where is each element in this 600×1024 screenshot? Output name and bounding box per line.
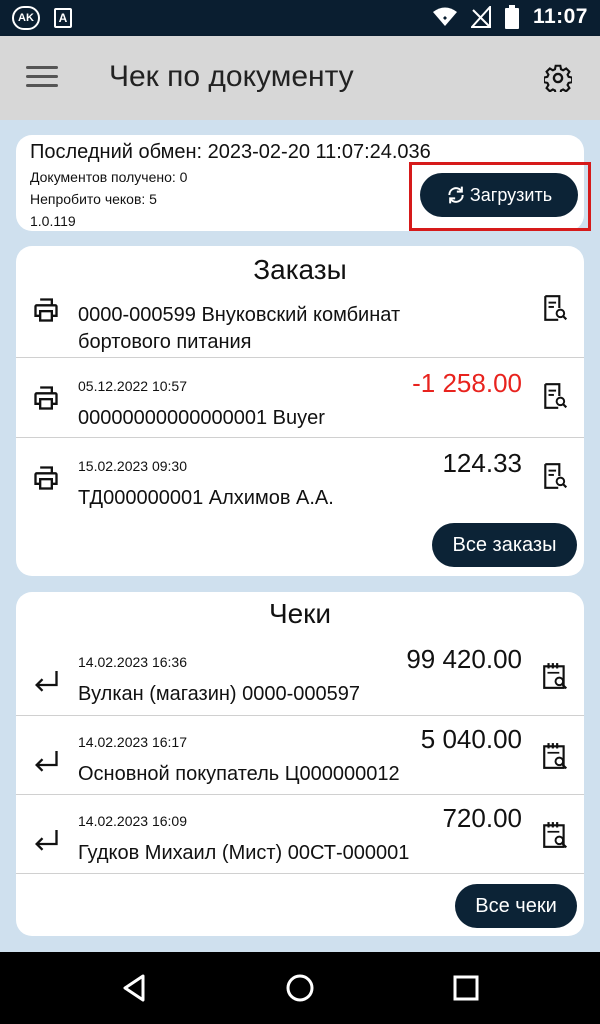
app-notification-icon: AK bbox=[12, 6, 40, 30]
calendar-search-icon[interactable] bbox=[542, 821, 568, 849]
docs-received-text: Документов получено: 0 bbox=[30, 169, 188, 185]
order-row[interactable]: 0000-000599 Внуковский комбинат бортовог… bbox=[16, 290, 584, 358]
receipt-row[interactable]: 14.02.2023 16:09 720.00 Гудков Михаил (М… bbox=[16, 795, 584, 874]
orders-card: Заказы 0000-000599 Внуковский комбинат б… bbox=[16, 246, 584, 576]
last-exchange-text: Последний обмен: 2023-02-20 11:07:24.036 bbox=[30, 141, 431, 163]
order-amount: 124.33 bbox=[442, 448, 522, 478]
receipt-row[interactable]: 14.02.2023 16:17 5 040.00 Основной покуп… bbox=[16, 716, 584, 795]
printer-icon[interactable] bbox=[32, 296, 60, 324]
return-arrow-icon[interactable] bbox=[32, 664, 60, 692]
wifi-icon bbox=[432, 7, 457, 26]
no-signal-icon bbox=[470, 6, 491, 28]
return-arrow-icon[interactable] bbox=[32, 823, 60, 851]
receipt-row[interactable]: 14.02.2023 16:36 99 420.00 Вулкан (магаз… bbox=[16, 636, 584, 716]
unpunched-text: Непробито чеков: 5 bbox=[30, 191, 157, 207]
battery-icon bbox=[504, 5, 519, 29]
receipt-date: 14.02.2023 16:17 bbox=[78, 734, 187, 750]
receipt-name: Гудков Михаил (Мист) 00СТ-000001 bbox=[78, 842, 410, 864]
return-arrow-icon[interactable] bbox=[32, 744, 60, 772]
order-amount: -1 258.00 bbox=[412, 368, 522, 398]
order-date: 15.02.2023 09:30 bbox=[78, 458, 187, 474]
status-bar: AK A 11:07 bbox=[0, 0, 600, 36]
version-text: 1.0.119 bbox=[30, 213, 76, 229]
keyboard-notification-icon: A bbox=[54, 8, 72, 28]
back-icon[interactable] bbox=[118, 972, 150, 1004]
receipts-title: Чеки bbox=[268, 598, 332, 629]
printer-icon[interactable] bbox=[32, 384, 60, 412]
receipt-amount: 720.00 bbox=[442, 803, 522, 833]
order-row[interactable]: 15.02.2023 09:30 124.33 ТД000000001 Алхи… bbox=[16, 438, 584, 518]
order-date: 05.12.2022 10:57 bbox=[78, 378, 187, 394]
gear-icon[interactable] bbox=[544, 64, 572, 92]
highlight-box bbox=[409, 162, 591, 231]
menu-icon[interactable] bbox=[26, 66, 58, 90]
calendar-search-icon[interactable] bbox=[542, 662, 568, 690]
order-name: ТД000000001 Алхимов А.А. bbox=[78, 487, 334, 509]
receipt-amount: 99 420.00 bbox=[406, 644, 522, 674]
printer-icon[interactable] bbox=[32, 464, 60, 492]
receipt-date: 14.02.2023 16:36 bbox=[78, 654, 187, 670]
status-time: 11:07 bbox=[532, 5, 588, 28]
receipt-date: 14.02.2023 16:09 bbox=[78, 813, 187, 829]
order-name: 00000000000000001 Buyer bbox=[78, 407, 325, 429]
orders-title: Заказы bbox=[253, 254, 347, 285]
calendar-search-icon[interactable] bbox=[542, 742, 568, 770]
order-name: 0000-000599 Внуковский комбинат бортовог… bbox=[78, 304, 401, 353]
page-title: Чек по документу bbox=[109, 60, 354, 93]
app-bar: Чек по документу bbox=[0, 36, 600, 120]
all-receipts-button[interactable]: Все чеки bbox=[455, 884, 577, 928]
content-area: Последний обмен: 2023-02-20 11:07:24.036… bbox=[0, 120, 600, 952]
document-search-icon[interactable] bbox=[542, 294, 568, 322]
home-icon[interactable] bbox=[284, 972, 316, 1004]
receipt-amount: 5 040.00 bbox=[420, 724, 522, 754]
navigation-bar bbox=[0, 952, 600, 1024]
receipts-card: Чеки 14.02.2023 16:36 99 420.00 Вулкан (… bbox=[16, 592, 584, 936]
receipt-name: Вулкан (магазин) 0000-000597 bbox=[78, 683, 361, 705]
document-search-icon[interactable] bbox=[542, 382, 568, 410]
sync-card: Последний обмен: 2023-02-20 11:07:24.036… bbox=[16, 135, 591, 231]
receipt-name: Основной покупатель Ц000000012 bbox=[78, 763, 400, 785]
document-search-icon[interactable] bbox=[542, 462, 568, 490]
all-orders-button[interactable]: Все заказы bbox=[432, 523, 577, 567]
order-row[interactable]: 05.12.2022 10:57 -1 258.00 0000000000000… bbox=[16, 358, 584, 438]
recents-icon[interactable] bbox=[450, 972, 482, 1004]
